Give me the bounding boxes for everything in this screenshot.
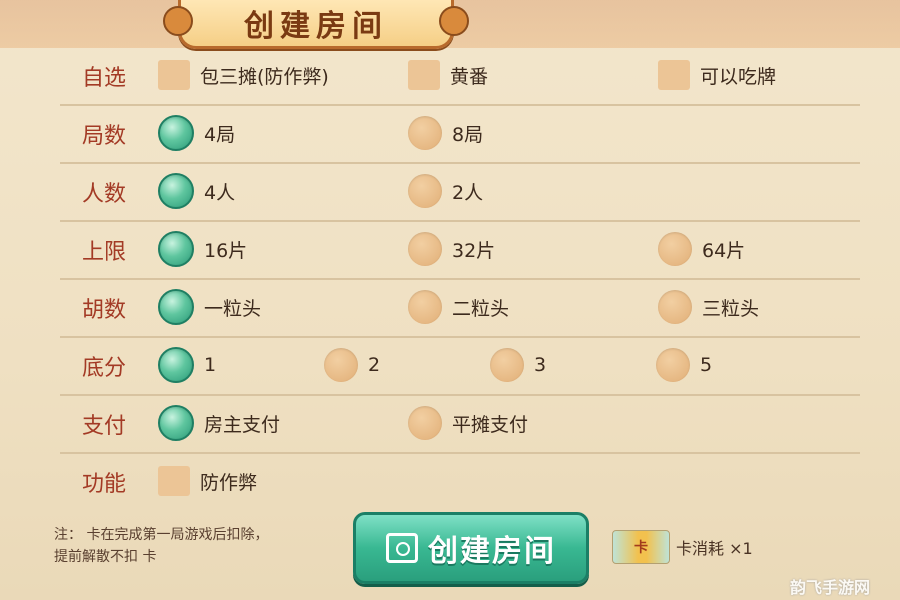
radio-selected[interactable]: [158, 405, 194, 441]
row-features: 功能 防作弊: [60, 452, 860, 510]
row-label: 自选: [82, 66, 127, 91]
option-label: 一粒头: [204, 297, 262, 320]
option-split-pay[interactable]: 平摊支付: [408, 403, 528, 443]
option-label: 2: [368, 354, 381, 376]
row-players: 人数 4人 2人: [60, 162, 860, 222]
option-label: 2人: [452, 181, 484, 204]
row-label: 人数: [82, 182, 127, 207]
create-room-button[interactable]: 创建房间: [353, 512, 589, 584]
option-label: 房主支付: [204, 413, 281, 436]
option-label: 5: [700, 354, 713, 376]
row-rounds: 局数 4局 8局: [60, 104, 860, 164]
row-base-score: 底分 1 2 3 5: [60, 336, 860, 396]
option-4-rounds[interactable]: 4局: [158, 113, 235, 153]
option-can-chi[interactable]: 可以吃牌: [658, 55, 776, 95]
radio[interactable]: [408, 174, 442, 208]
option-16[interactable]: 16片: [158, 229, 247, 269]
option-er-li-tou[interactable]: 二粒头: [408, 287, 509, 327]
option-label: 1: [204, 354, 217, 376]
radio[interactable]: [656, 348, 690, 382]
option-huang-fan[interactable]: 黄番: [408, 55, 488, 95]
option-score-3[interactable]: 3: [490, 345, 546, 385]
option-label: 二粒头: [452, 297, 510, 320]
option-score-1[interactable]: 1: [158, 345, 216, 385]
footer-note: 注： 卡在完成第一局游戏后扣除， 提前解散不扣 卡: [54, 524, 268, 568]
row-payment: 支付 房主支付 平摊支付: [60, 394, 860, 454]
option-yi-li-tou[interactable]: 一粒头: [158, 287, 261, 327]
radio-selected[interactable]: [158, 231, 194, 267]
checkbox[interactable]: [658, 60, 690, 90]
option-label: 包三摊(防作弊): [200, 65, 329, 88]
radio[interactable]: [408, 116, 442, 150]
radio-selected[interactable]: [158, 289, 194, 325]
checkbox[interactable]: [408, 60, 440, 90]
row-label: 底分: [82, 356, 127, 381]
radio[interactable]: [408, 406, 442, 440]
radio[interactable]: [408, 232, 442, 266]
cost-text: 卡消耗 ×1: [676, 539, 753, 558]
page-title: 创建房间: [244, 9, 388, 44]
option-score-5[interactable]: 5: [656, 345, 712, 385]
option-label: 8局: [452, 123, 484, 146]
radio[interactable]: [658, 232, 692, 266]
checkbox[interactable]: [158, 466, 190, 496]
row-label: 支付: [82, 414, 127, 439]
radio-selected[interactable]: [158, 173, 194, 209]
row-hu: 胡数 一粒头 二粒头 三粒头: [60, 278, 860, 338]
room-card-cost: 卡 卡消耗 ×1: [612, 530, 753, 564]
option-owner-pays[interactable]: 房主支付: [158, 403, 280, 443]
radio-selected[interactable]: [158, 347, 194, 383]
row-label: 胡数: [82, 298, 127, 323]
option-8-rounds[interactable]: 8局: [408, 113, 483, 153]
title-plaque: 创建房间: [163, 0, 469, 49]
option-label: 3: [534, 354, 547, 376]
option-label: 64片: [702, 239, 746, 262]
plaque-ornament-right: [439, 6, 469, 36]
radio[interactable]: [324, 348, 358, 382]
note-line-1: 注： 卡在完成第一局游戏后扣除，: [54, 527, 269, 543]
option-label: 16片: [204, 239, 248, 262]
checkbox[interactable]: [158, 60, 190, 90]
watermark: 韵飞手游网: [790, 578, 871, 597]
option-32[interactable]: 32片: [408, 229, 495, 269]
option-label: 三粒头: [702, 297, 760, 320]
radio[interactable]: [408, 290, 442, 324]
radio-selected[interactable]: [158, 115, 194, 151]
option-2-players[interactable]: 2人: [408, 171, 483, 211]
option-64[interactable]: 64片: [658, 229, 745, 269]
option-label: 4局: [204, 123, 236, 146]
radio[interactable]: [658, 290, 692, 324]
note-line-2: 提前解散不扣 卡: [54, 549, 157, 565]
option-label: 32片: [452, 239, 496, 262]
room-card-icon: 卡: [612, 530, 670, 564]
row-label: 功能: [82, 472, 127, 497]
option-label: 4人: [204, 181, 236, 204]
option-label: 可以吃牌: [700, 65, 777, 88]
option-label: 黄番: [450, 65, 489, 88]
option-san-li-tou[interactable]: 三粒头: [658, 287, 759, 327]
create-room-label: 创建房间: [428, 534, 556, 569]
option-score-2[interactable]: 2: [324, 345, 380, 385]
radio[interactable]: [490, 348, 524, 382]
option-4-players[interactable]: 4人: [158, 171, 235, 211]
row-label: 局数: [82, 124, 127, 149]
house-icon: [386, 533, 418, 563]
option-label: 平摊支付: [452, 413, 529, 436]
option-label: 防作弊: [200, 471, 258, 494]
option-anti-cheat[interactable]: 防作弊: [158, 461, 257, 501]
row-label: 上限: [82, 240, 127, 265]
plaque-ornament-left: [163, 6, 193, 36]
option-bao-san-tan[interactable]: 包三摊(防作弊): [158, 55, 329, 95]
row-custom: 自选 包三摊(防作弊) 黄番 可以吃牌: [60, 46, 860, 106]
row-limit: 上限 16片 32片 64片: [60, 220, 860, 280]
